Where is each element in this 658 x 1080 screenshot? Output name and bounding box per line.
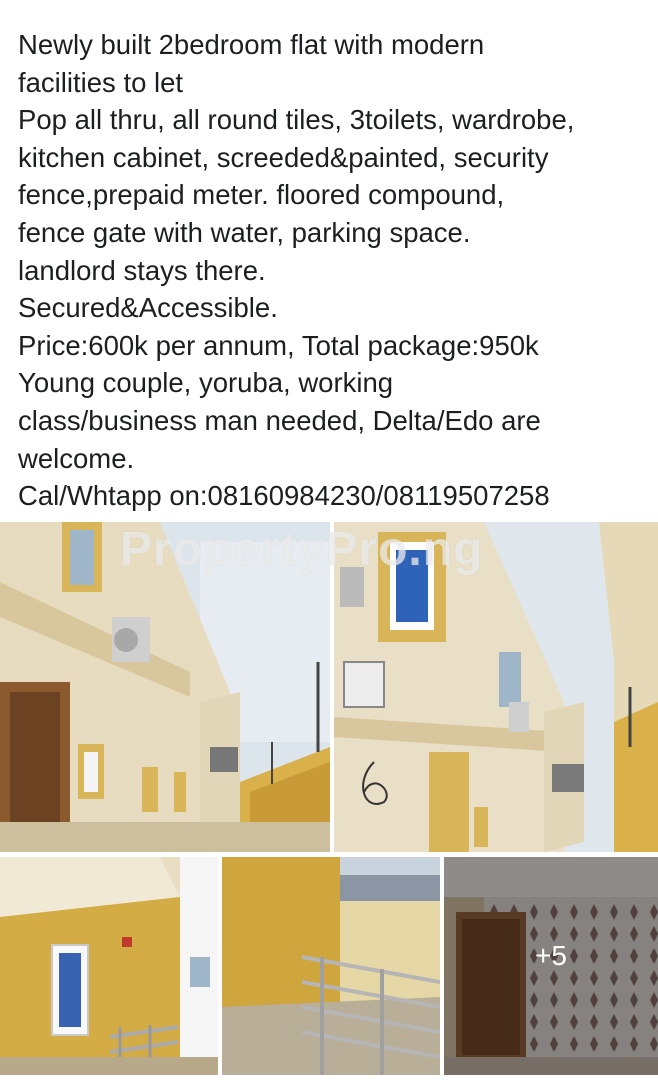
post-line: landlord stays there.	[18, 254, 266, 286]
gallery-photo-balcony[interactable]	[222, 857, 440, 1075]
post-line: Cal/Whtapp on:08160984230/08119507258	[18, 480, 550, 512]
more-photos-count[interactable]: +5	[444, 940, 658, 972]
watermark-logo: PropertyPro.ng	[120, 523, 484, 576]
post-line: Young couple, yoruba, working	[18, 367, 394, 399]
post-line: class/business man needed, Delta/Edo are	[18, 404, 541, 436]
post-line: welcome.	[18, 442, 135, 474]
post-line: fence,prepaid meter. floored compound,	[18, 179, 505, 211]
post-line: kitchen cabinet, screeded&painted, secur…	[18, 141, 549, 173]
post-line: Secured&Accessible.	[18, 292, 278, 324]
post-line: fence gate with water, parking space.	[18, 216, 471, 248]
post-line: Price:600k per annum, Total package:950k	[18, 329, 539, 361]
post-text: Newly built 2bedroom flat with modern fa…	[18, 26, 648, 515]
post-line: Pop all thru, all round tiles, 3toilets,…	[18, 104, 575, 136]
post-line: Newly built 2bedroom flat with modern	[18, 29, 485, 60]
post-line: facilities to let	[18, 66, 184, 98]
gallery-photo-interior-corridor[interactable]	[0, 857, 218, 1075]
